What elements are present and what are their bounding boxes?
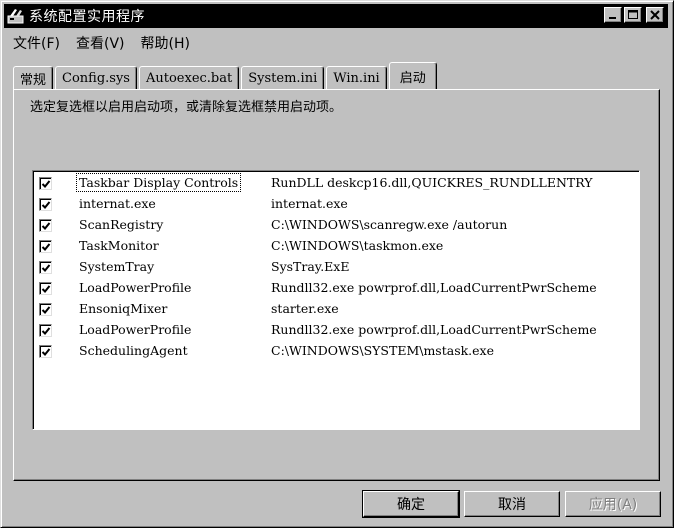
apply-button[interactable]: 应用(A) <box>565 491 661 517</box>
list-item[interactable]: SchedulingAgent C:\WINDOWS\SYSTEM\mstask… <box>39 341 494 361</box>
tab-general[interactable]: 常规 <box>13 66 54 89</box>
startup-item-command: RunDLL deskcp16.dll,QUICKRES_RUNDLLENTRY <box>271 175 593 190</box>
list-item[interactable]: EnsoniqMixer starter.exe <box>39 299 339 319</box>
tab-config-sys[interactable]: Config.sys <box>55 66 137 89</box>
menu-bar: 文件(F) 查看(V) 帮助(H) <box>5 31 198 55</box>
ok-button[interactable]: 确定 <box>362 490 460 518</box>
startup-checkbox[interactable] <box>39 344 52 358</box>
checkmark-icon <box>41 242 51 251</box>
checkmark-icon <box>41 326 51 335</box>
list-item[interactable]: Taskbar Display Controls RunDLL deskcp16… <box>39 173 593 193</box>
startup-checkbox[interactable] <box>39 260 52 274</box>
startup-checkbox[interactable] <box>39 197 52 211</box>
checkmark-icon <box>41 347 51 356</box>
startup-item-name: internat.exe <box>79 196 156 211</box>
system-config-icon <box>7 7 25 25</box>
list-item[interactable]: ScanRegistry C:\WINDOWS\scanregw.exe /au… <box>39 215 507 235</box>
startup-item-command: Rundll32.exe powrprof.dll,LoadCurrentPwr… <box>271 280 597 295</box>
title-bar[interactable]: 系统配置实用程序 <box>4 4 668 28</box>
startup-checkbox[interactable] <box>39 176 52 190</box>
checkmark-icon <box>41 263 51 272</box>
menu-file[interactable]: 文件(F) <box>5 31 68 55</box>
startup-checkbox[interactable] <box>39 302 52 316</box>
list-item[interactable]: LoadPowerProfile Rundll32.exe powrprof.d… <box>39 278 597 298</box>
startup-checkbox[interactable] <box>39 323 52 337</box>
checkmark-icon <box>41 179 51 188</box>
startup-item-name: LoadPowerProfile <box>79 280 192 295</box>
startup-item-command: SysTray.ExE <box>271 259 350 274</box>
startup-item-name: TaskMonitor <box>79 238 159 253</box>
startup-checkbox[interactable] <box>39 239 52 253</box>
maximize-icon <box>628 10 638 19</box>
instruction-text: 选定复选框以启用启动项，或清除复选框禁用启动项。 <box>30 100 343 115</box>
menu-view[interactable]: 查看(V) <box>68 31 133 55</box>
list-item[interactable]: LoadPowerProfile Rundll32.exe powrprof.d… <box>39 320 597 340</box>
startup-item-name: LoadPowerProfile <box>79 322 192 337</box>
startup-item-command: C:\WINDOWS\scanregw.exe /autorun <box>271 217 508 232</box>
startup-item-command: C:\WINDOWS\SYSTEM\mstask.exe <box>271 343 495 358</box>
maximize-button[interactable] <box>624 7 642 23</box>
startup-item-command: C:\WINDOWS\taskmon.exe <box>271 238 444 253</box>
tab-system-ini[interactable]: System.ini <box>241 66 325 89</box>
startup-item-name: SchedulingAgent <box>79 343 188 358</box>
window-title: 系统配置实用程序 <box>29 9 145 25</box>
list-item[interactable]: SystemTray SysTray.ExE <box>39 257 349 277</box>
startup-item-command: starter.exe <box>271 301 339 316</box>
cancel-button[interactable]: 取消 <box>464 491 560 517</box>
checkmark-icon <box>41 284 51 293</box>
tab-strip: 常规 Config.sys Autoexec.bat System.ini Wi… <box>13 62 439 89</box>
minimize-icon <box>609 17 616 19</box>
startup-item-command: internat.exe <box>271 196 348 211</box>
checkmark-icon <box>41 305 51 314</box>
close-button[interactable] <box>646 7 664 23</box>
startup-item-name: SystemTray <box>79 259 155 274</box>
startup-item-name: ScanRegistry <box>79 217 164 232</box>
close-icon <box>650 10 660 20</box>
system-config-window: 系统配置实用程序 文件(F) 查看(V) 帮助(H) 常规 Config.sys… <box>0 0 674 528</box>
startup-panel: 选定复选框以启用启动项，或清除复选框禁用启动项。 Taskbar Display… <box>13 89 660 481</box>
menu-help[interactable]: 帮助(H) <box>133 31 198 55</box>
startup-checkbox[interactable] <box>39 218 52 232</box>
startup-item-name: Taskbar Display Controls <box>75 173 242 192</box>
tab-autoexec-bat[interactable]: Autoexec.bat <box>138 66 240 89</box>
tab-win-ini[interactable]: Win.ini <box>326 66 387 89</box>
startup-item-command: Rundll32.exe powrprof.dll,LoadCurrentPwr… <box>271 322 597 337</box>
checkmark-icon <box>41 200 51 209</box>
tab-startup[interactable]: 启动 <box>388 62 437 89</box>
minimize-button[interactable] <box>604 7 622 23</box>
checkmark-icon <box>41 221 51 230</box>
startup-item-name: EnsoniqMixer <box>79 301 168 316</box>
window-controls <box>602 7 664 23</box>
startup-checkbox[interactable] <box>39 281 52 295</box>
list-item[interactable]: TaskMonitor C:\WINDOWS\taskmon.exe <box>39 236 443 256</box>
list-item[interactable]: internat.exe internat.exe <box>39 194 348 214</box>
startup-list[interactable]: Taskbar Display Controls RunDLL deskcp16… <box>32 170 640 430</box>
